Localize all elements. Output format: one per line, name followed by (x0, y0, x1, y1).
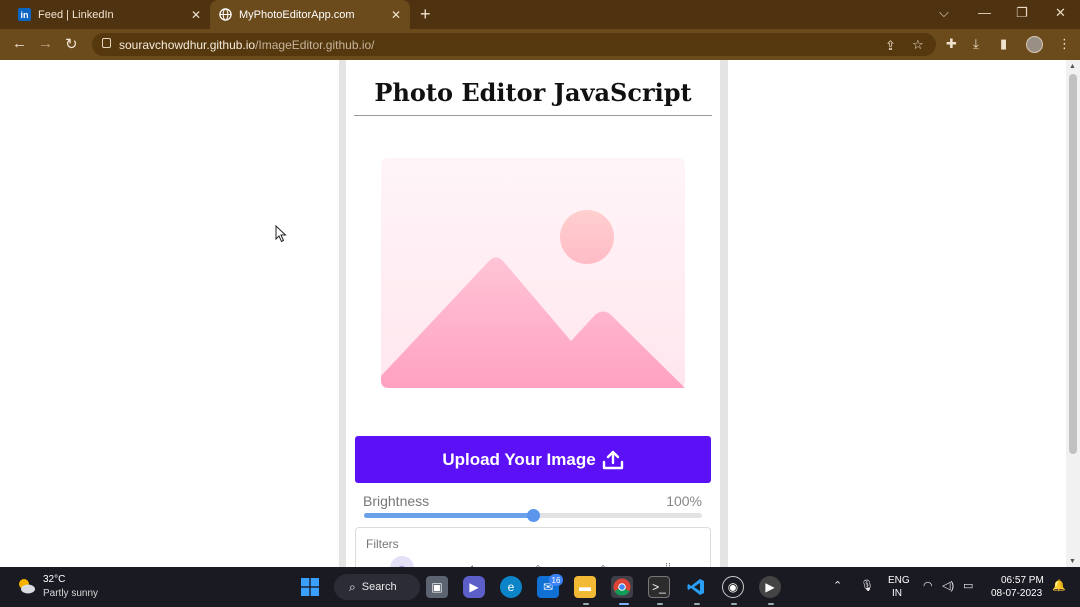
upload-image-button[interactable]: Upload Your Image (355, 436, 711, 483)
weather-condition[interactable]: Partly sunny (43, 588, 98, 599)
bookmark-star-icon[interactable]: ☆ (912, 37, 924, 53)
saturation-filter-icon[interactable]: ◇ (526, 556, 550, 568)
search-icon: ⌕ (349, 579, 356, 594)
photo-editor-panel: Photo Editor JavaScript Upload Your Imag… (346, 60, 720, 567)
wifi-icon[interactable]: ◠ (923, 579, 933, 592)
brightness-value: 100% (666, 493, 702, 509)
running-indicator (731, 603, 737, 605)
mouse-cursor-icon (275, 225, 287, 243)
share-icon[interactable]: ⇪ (885, 38, 896, 54)
chrome-browser-icon[interactable] (611, 576, 633, 598)
blur-filter-icon[interactable]: ⁞⁞ (656, 556, 680, 567)
partly-sunny-icon (19, 579, 35, 594)
obs-recorder-icon[interactable]: ◉ (722, 576, 744, 598)
upload-button-label: Upload Your Image (442, 449, 596, 469)
language-indicator[interactable]: ENG (888, 575, 910, 586)
linkedin-icon: in (18, 8, 31, 21)
brightness-slider[interactable] (364, 509, 702, 522)
microphone-icon[interactable]: 🎙 (860, 579, 874, 592)
side-panel-icon[interactable]: ▮ (1000, 36, 1007, 52)
back-arrow-icon[interactable]: ← (12, 35, 27, 52)
vscode-icon[interactable] (685, 576, 707, 598)
taskbar-search-label: Search (361, 581, 397, 593)
title-divider (354, 115, 712, 116)
battery-icon[interactable]: ▭ (963, 579, 973, 592)
menu-kebab-icon[interactable]: ⋮ (1058, 36, 1071, 52)
contrast-filter-icon[interactable]: ◐ (461, 556, 485, 567)
extensions-puzzle-icon[interactable]: ✚ (946, 36, 957, 52)
brightness-slider-thumb[interactable] (527, 509, 540, 522)
taskbar-search[interactable]: ⌕ Search (334, 574, 420, 600)
weather-temperature[interactable]: 32°C (43, 574, 65, 585)
close-tab-icon[interactable]: ✕ (191, 8, 201, 22)
url-text: souravchowdhur.github.io/ImageEditor.git… (119, 38, 375, 52)
browser-toolbar: ← → ↻ souravchowdhur.github.io/ImageEdit… (0, 29, 1080, 60)
download-icon[interactable]: ⤓ (973, 36, 979, 52)
brightness-label: Brightness (363, 493, 430, 509)
restore-icon[interactable]: ❐ (1016, 5, 1028, 21)
teams-chat-icon[interactable]: ▶ (463, 576, 485, 598)
tab-title: Feed | LinkedIn (38, 8, 114, 21)
task-view-icon[interactable]: ▣ (426, 576, 448, 598)
running-indicator (657, 603, 663, 605)
windows-start-icon[interactable] (299, 576, 321, 598)
tab-title: MyPhotoEditorApp.com (239, 8, 355, 21)
clock-date[interactable]: 08-07-2023 (991, 588, 1042, 599)
brightness-filter-icon[interactable]: ☼ (390, 556, 414, 567)
notification-bell-icon[interactable]: 🔔 (1052, 579, 1066, 592)
show-hidden-icons-chevron[interactable]: ⌃ (833, 579, 842, 592)
brightness-slider-fill (364, 513, 533, 518)
running-indicator (768, 603, 774, 605)
image-placeholder (381, 158, 685, 388)
upload-icon (602, 450, 623, 469)
web-page: Photo Editor JavaScript Upload Your Imag… (0, 60, 1066, 567)
globe-icon (219, 8, 232, 21)
new-tab-button[interactable]: + (420, 4, 431, 25)
active-app-indicator (619, 603, 629, 605)
filters-section: Filters ☼ ◐ ◇ ◈ ⁞⁞ (355, 527, 711, 567)
tab-photo-editor[interactable]: MyPhotoEditorApp.com ✕ (210, 0, 410, 29)
scroll-down-icon[interactable]: ▼ (1069, 558, 1076, 565)
windows-taskbar: 32°C Partly sunny ⌕ Search ▣ ▶ e ✉ 16 ▬ … (0, 567, 1080, 607)
page-title: Photo Editor JavaScript (374, 78, 692, 107)
profile-avatar[interactable] (1026, 36, 1043, 53)
reload-icon[interactable]: ↻ (65, 35, 78, 53)
invert-filter-icon[interactable]: ◈ (591, 556, 615, 568)
scroll-up-icon[interactable]: ▲ (1069, 63, 1076, 70)
address-bar[interactable]: souravchowdhur.github.io/ImageEditor.git… (92, 33, 936, 56)
terminal-icon[interactable]: >_ (648, 576, 670, 598)
scrollbar-thumb[interactable] (1069, 74, 1077, 454)
running-indicator (694, 603, 700, 605)
volume-icon[interactable]: ◁) (942, 579, 954, 592)
clock-time[interactable]: 06:57 PM (1001, 575, 1044, 586)
browser-tab-strip: in Feed | LinkedIn ✕ MyPhotoEditorApp.co… (0, 0, 1080, 29)
file-explorer-icon[interactable]: ▬ (574, 576, 596, 598)
media-player-icon[interactable]: ▶ (759, 576, 781, 598)
window-close-icon[interactable]: ✕ (1055, 5, 1066, 21)
lock-icon (102, 38, 111, 48)
minimize-icon[interactable]: — (978, 5, 991, 20)
edge-browser-icon[interactable]: e (500, 576, 522, 598)
filters-label: Filters (366, 537, 399, 551)
language-region[interactable]: IN (892, 588, 902, 599)
tab-search-chevron-icon[interactable]: ⌵ (939, 5, 949, 21)
close-tab-icon[interactable]: ✕ (391, 8, 401, 22)
page-scrollbar[interactable]: ▲ ▼ (1066, 60, 1080, 567)
mail-badge: 16 (549, 574, 563, 586)
tab-linkedin[interactable]: in Feed | LinkedIn ✕ (10, 0, 210, 29)
forward-arrow-icon[interactable]: → (38, 35, 53, 52)
running-indicator (583, 603, 589, 605)
